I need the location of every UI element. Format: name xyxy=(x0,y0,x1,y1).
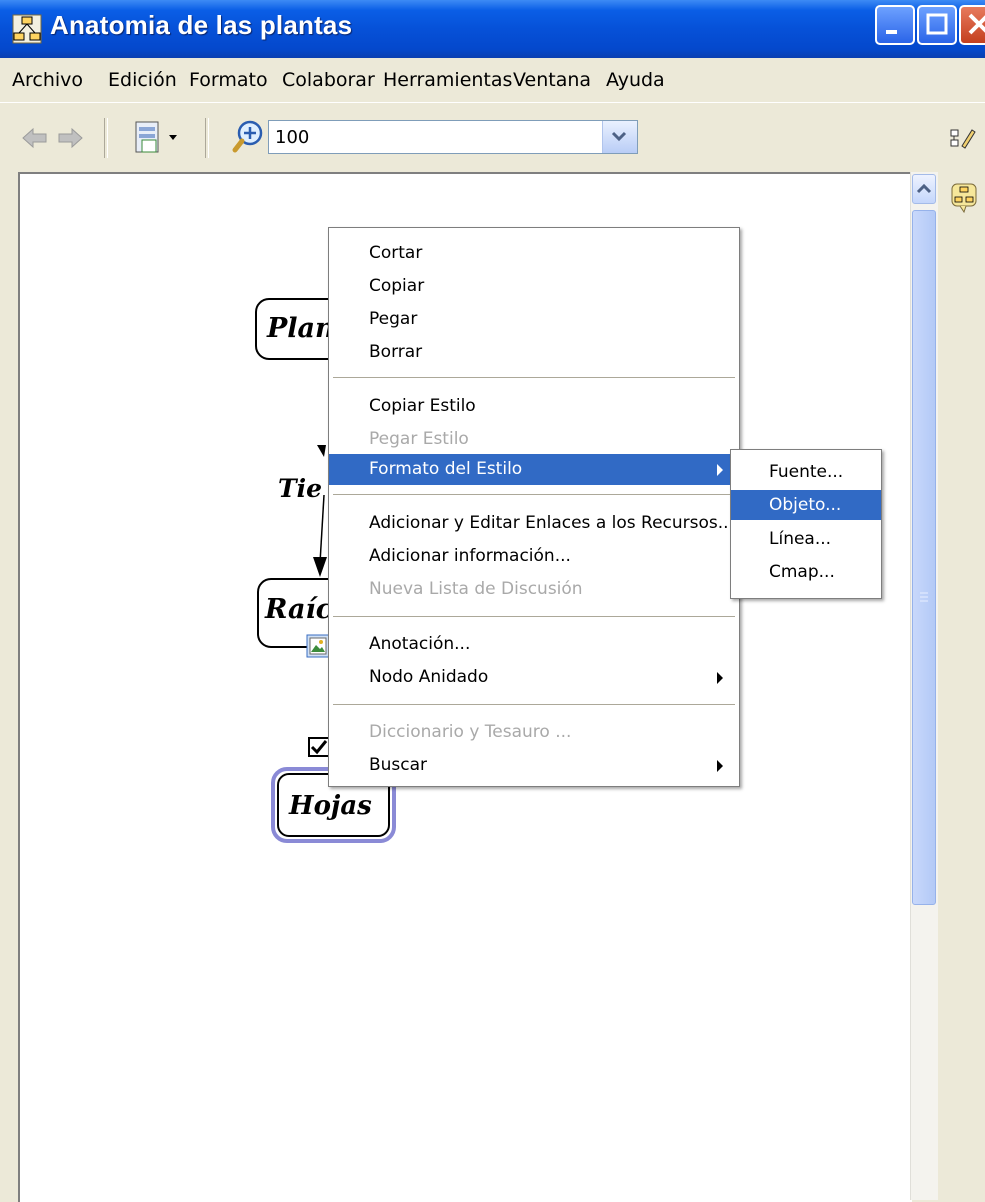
menu-item-copiar[interactable]: Copiar xyxy=(329,271,739,301)
window-title: Anatomia de las plantas xyxy=(50,10,353,40)
context-menu: Cortar Copiar Pegar Borrar Copiar Estilo… xyxy=(328,227,740,787)
chevron-down-icon xyxy=(611,131,627,142)
format-style-submenu: Fuente... Objeto... Línea... Cmap... xyxy=(730,449,882,599)
menu-item-pegar-estilo: Pegar Estilo xyxy=(369,429,469,449)
menu-item-copiar-estilo[interactable]: Copiar Estilo xyxy=(329,391,739,421)
cmap-views-icon[interactable] xyxy=(950,182,978,214)
right-side-panel xyxy=(938,172,985,1200)
menu-formato[interactable]: Formato xyxy=(189,69,268,91)
maximize-icon xyxy=(926,13,948,35)
close-button[interactable] xyxy=(959,5,985,45)
toolbar-separator xyxy=(205,118,209,158)
vertical-scrollbar[interactable] xyxy=(910,172,938,1200)
zoom-in-icon[interactable] xyxy=(232,119,266,155)
menu-separator xyxy=(333,704,735,705)
menu-item-nodo-anidado[interactable]: Nodo Anidado xyxy=(329,662,739,692)
maximize-button[interactable] xyxy=(917,5,957,45)
menu-item-buscar[interactable]: Buscar xyxy=(329,750,739,780)
chevron-up-icon xyxy=(916,183,932,194)
submenu-item-cmap[interactable]: Cmap... xyxy=(731,557,881,587)
menu-item-adicionar-enlaces[interactable]: Adicionar y Editar Enlaces a los Recurso… xyxy=(329,508,739,538)
menu-separator xyxy=(333,377,735,378)
menu-item-anotacion[interactable]: Anotación... xyxy=(329,629,739,659)
submenu-item-linea[interactable]: Línea... xyxy=(731,524,881,554)
forward-arrow-icon[interactable] xyxy=(55,126,85,150)
submenu-arrow-icon xyxy=(717,464,723,476)
submenu-item-fuente[interactable]: Fuente... xyxy=(731,457,881,487)
zoom-value: 100 xyxy=(275,127,310,148)
submenu-arrow-icon xyxy=(717,672,723,684)
close-icon xyxy=(968,13,985,35)
node-label: Plan xyxy=(267,313,335,344)
menu-archivo[interactable]: Archivo xyxy=(12,69,83,91)
menu-item-formato-del-estilo[interactable]: Formato del Estilo xyxy=(329,454,739,485)
menu-item-cortar[interactable]: Cortar xyxy=(329,238,739,268)
node-label: Raíc xyxy=(265,594,333,625)
node-label: Hojas xyxy=(289,791,372,821)
scroll-thumb[interactable] xyxy=(912,210,936,905)
canvas-left-border xyxy=(0,172,18,1200)
scroll-up-button[interactable] xyxy=(912,174,936,204)
menu-item-pegar[interactable]: Pegar xyxy=(329,304,739,334)
menu-ayuda[interactable]: Ayuda xyxy=(606,69,665,91)
toolbar-separator xyxy=(104,118,108,158)
connection-arrow xyxy=(313,445,327,577)
submenu-arrow-icon xyxy=(717,760,723,772)
cmap-app-icon xyxy=(12,14,42,44)
menu-separator xyxy=(333,616,735,617)
title-bar[interactable]: Anatomia de las plantas xyxy=(0,0,985,58)
menu-item-nueva-lista: Nueva Lista de Discusión xyxy=(369,579,583,599)
minimize-button[interactable] xyxy=(875,5,915,45)
zoom-dropdown-button[interactable] xyxy=(602,121,637,153)
submenu-item-objeto[interactable]: Objeto... xyxy=(731,490,881,520)
menu-item-borrar[interactable]: Borrar xyxy=(329,337,739,367)
grip-icon xyxy=(920,592,928,602)
image-resource-icon[interactable] xyxy=(306,634,330,658)
zoom-combobox[interactable]: 100 xyxy=(268,120,638,154)
menu-herramientas[interactable]: Herramientas xyxy=(383,69,512,91)
menu-colaborar[interactable]: Colaborar xyxy=(282,69,375,91)
menu-ventana[interactable]: Ventana xyxy=(513,69,591,91)
app-window: Anatomia de las plantas Archivo Edición … xyxy=(0,0,985,1202)
back-arrow-icon[interactable] xyxy=(20,126,50,150)
menu-item-diccionario: Diccionario y Tesauro ... xyxy=(369,722,572,742)
view-mode-dropdown-icon[interactable] xyxy=(133,118,181,158)
menu-bar: Archivo Edición Formato Colaborar Herram… xyxy=(0,60,985,103)
edit-resources-icon[interactable] xyxy=(948,124,978,152)
menu-edicion[interactable]: Edición xyxy=(108,69,177,91)
menu-separator xyxy=(333,494,735,495)
minimize-icon xyxy=(886,30,897,34)
menu-item-adicionar-informacion[interactable]: Adicionar información... xyxy=(329,541,739,571)
checkbox-icon[interactable] xyxy=(308,737,330,757)
